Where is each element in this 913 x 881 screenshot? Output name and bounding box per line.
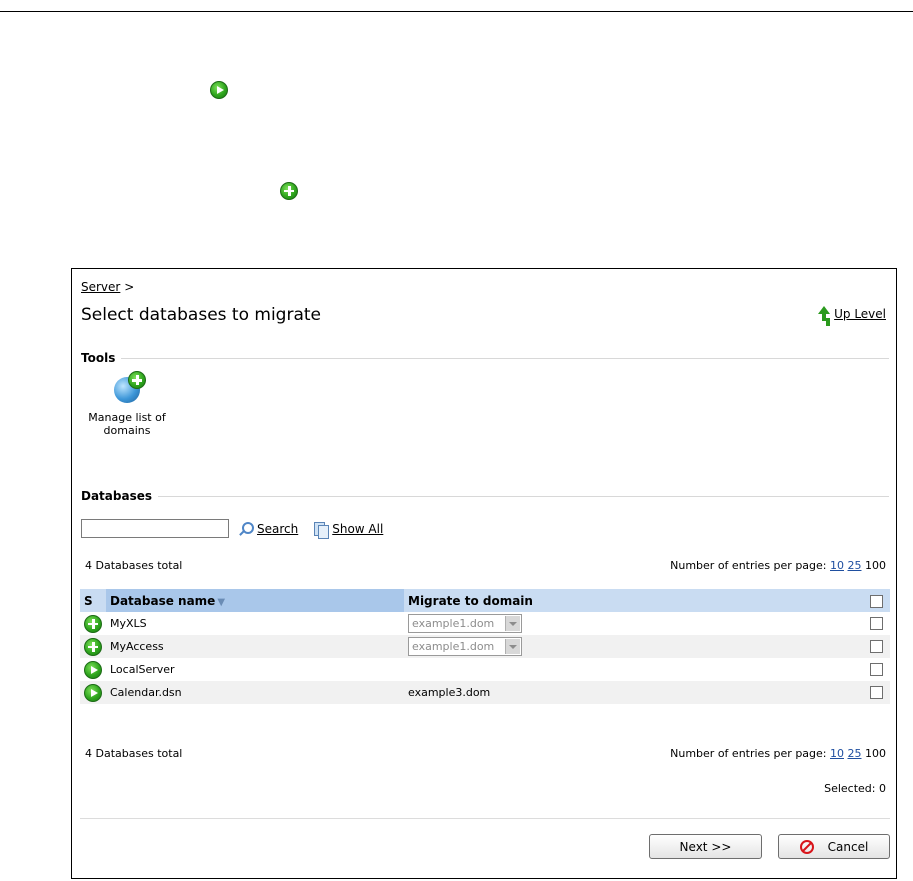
search-icon: [239, 521, 254, 536]
domain-select[interactable]: example1.dom: [408, 614, 522, 633]
row-checkbox-cell: [866, 681, 890, 704]
breadcrumb: Server >: [81, 280, 134, 294]
up-level-button[interactable]: Up Level: [816, 306, 886, 322]
row-checkbox-cell: [866, 612, 890, 635]
column-database-name[interactable]: Database name ▼: [106, 589, 404, 612]
top-rule: [0, 11, 913, 12]
selected-count: Selected: 0: [824, 782, 886, 795]
plus-icon: [84, 614, 102, 633]
play-icon: [84, 660, 102, 679]
table-row: MyXLS example1.dom: [80, 612, 890, 635]
breadcrumb-separator: >: [124, 280, 135, 294]
select-all-checkbox[interactable]: [870, 594, 883, 608]
database-name: LocalServer: [110, 663, 175, 676]
table-row: LocalServer: [80, 658, 890, 681]
databases-header-label: Databases: [81, 489, 153, 503]
domain-cell: example3.dom: [404, 681, 866, 704]
migrate-plus-icon: [280, 181, 299, 200]
database-name: MyXLS: [110, 617, 147, 630]
column-migrate-domain[interactable]: Migrate to domain: [404, 589, 866, 612]
manage-domains-tool[interactable]: Manage list of domains: [80, 371, 174, 437]
per-page-25[interactable]: 25: [848, 559, 862, 572]
next-button-label: Next >>: [679, 839, 732, 854]
chevron-down-icon: [505, 639, 520, 654]
chevron-down-icon: [505, 616, 520, 631]
column-status[interactable]: S: [80, 589, 106, 612]
per-page-label: Number of entries per page:: [670, 559, 827, 572]
up-arrow-icon: [816, 306, 831, 322]
per-page-25[interactable]: 25: [848, 747, 862, 760]
status-cell: [80, 681, 106, 704]
row-checkbox[interactable]: [870, 686, 883, 700]
databases-section-header: Databases: [81, 489, 889, 503]
row-checkbox[interactable]: [870, 663, 883, 677]
status-cell: [80, 635, 106, 658]
column-select-all: [866, 589, 890, 612]
cancel-button[interactable]: Cancel: [778, 834, 890, 859]
plus-icon: [84, 637, 102, 656]
domain-select-value: example1.dom: [412, 617, 495, 630]
domain-select[interactable]: example1.dom: [408, 637, 522, 656]
search-bar: Search Show All: [81, 519, 383, 539]
search-button[interactable]: Search: [257, 522, 298, 536]
per-page-10[interactable]: 10: [830, 747, 844, 760]
tools-section-header: Tools: [81, 351, 889, 365]
databases-table: S Database name ▼ Migrate to domain MyXLS…: [80, 589, 890, 704]
play-icon: [84, 683, 102, 702]
status-cell: [80, 658, 106, 681]
row-checkbox-cell: [866, 658, 890, 681]
table-row: Calendar.dsn example3.dom: [80, 681, 890, 704]
cancel-icon: [799, 839, 814, 854]
status-cell: [80, 612, 106, 635]
entries-per-page: Number of entries per page: 10 25 100: [670, 559, 886, 572]
search-input[interactable]: [81, 519, 229, 538]
sort-down-icon: ▼: [217, 596, 226, 608]
domain-select-value: example1.dom: [412, 640, 495, 653]
migrate-play-icon: [210, 80, 228, 99]
databases-total-bottom: 4 Databases total: [85, 747, 183, 760]
per-page-label: Number of entries per page:: [670, 747, 827, 760]
database-name: Calendar.dsn: [106, 681, 404, 704]
entries-per-page-bottom: Number of entries per page: 10 25 100: [670, 747, 886, 760]
next-button[interactable]: Next >>: [649, 834, 762, 859]
breadcrumb-server-link[interactable]: Server: [81, 280, 120, 294]
tools-header-label: Tools: [81, 351, 116, 365]
page-title: Select databases to migrate: [81, 305, 322, 325]
cancel-button-label: Cancel: [827, 839, 869, 854]
show-all-button[interactable]: Show All: [332, 522, 383, 536]
globe-add-icon: [108, 371, 146, 407]
column-name-label: Database name: [110, 593, 216, 608]
migration-panel: Server > Select databases to migrate Up …: [71, 268, 897, 879]
per-page-10[interactable]: 10: [830, 559, 844, 572]
up-level-link[interactable]: Up Level: [834, 307, 886, 321]
row-checkbox[interactable]: [870, 640, 883, 654]
tool-label: Manage list of domains: [88, 411, 166, 437]
per-page-100: 100: [865, 559, 886, 572]
database-name: MyAccess: [106, 635, 404, 658]
table-row: MyAccess example1.dom: [80, 635, 890, 658]
domain-cell: example1.dom: [404, 635, 866, 658]
row-checkbox[interactable]: [870, 617, 883, 631]
per-page-100: 100: [865, 747, 886, 760]
domain-cell: example1.dom: [404, 612, 866, 635]
domain-cell: [404, 658, 866, 681]
databases-total: 4 Databases total: [85, 559, 183, 572]
divider: [80, 818, 890, 819]
show-all-icon: [312, 521, 330, 539]
row-checkbox-cell: [866, 635, 890, 658]
